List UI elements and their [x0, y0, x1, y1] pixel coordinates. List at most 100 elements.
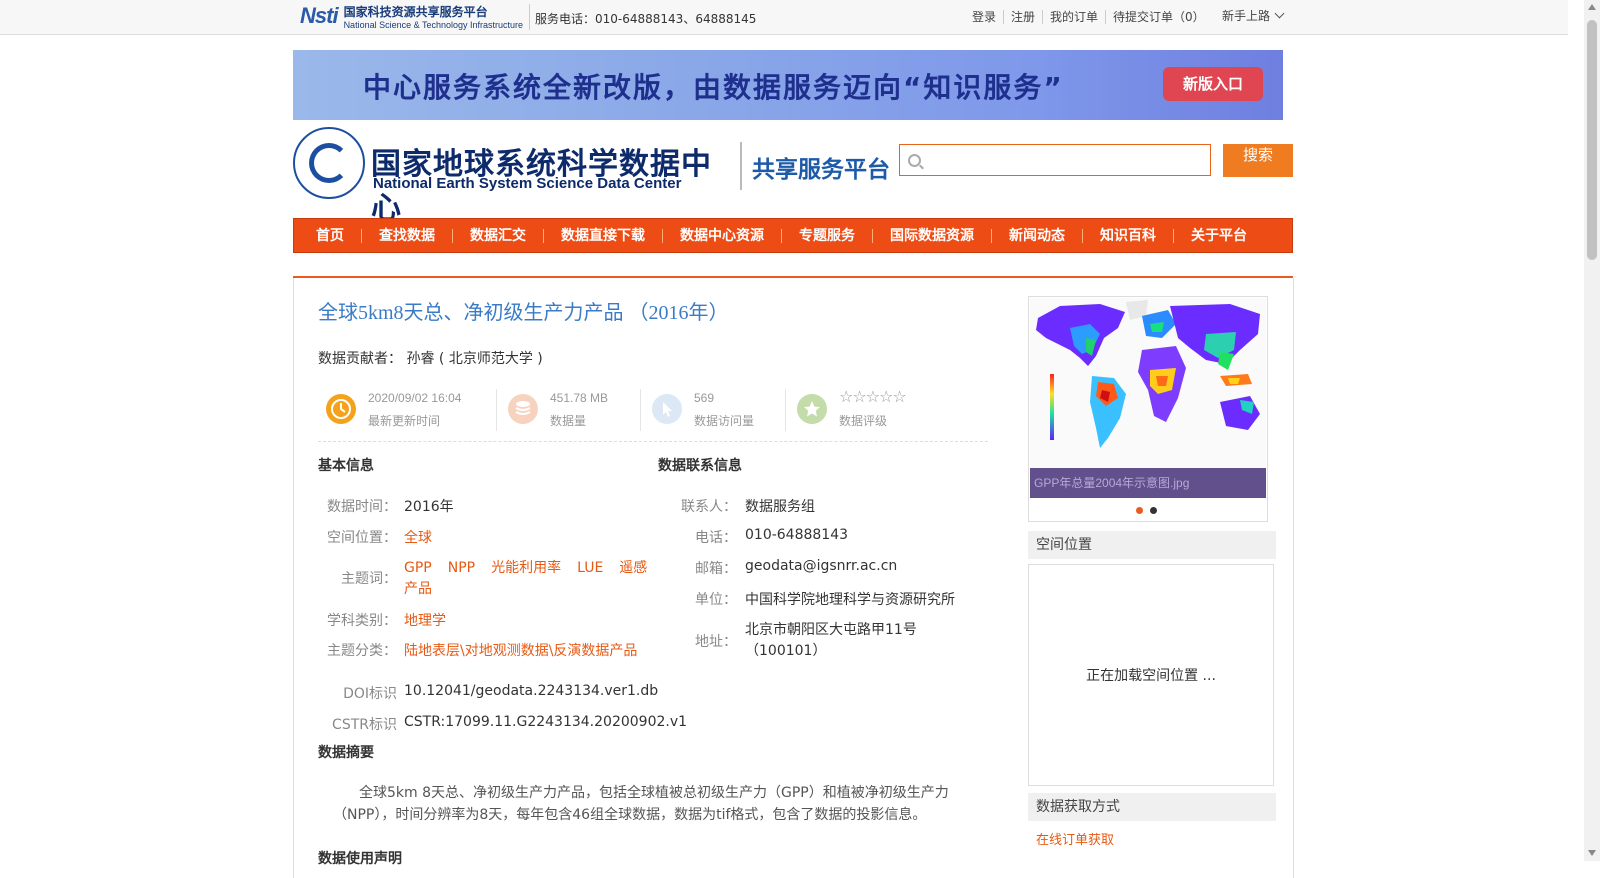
- nav-topic-services[interactable]: 专题服务: [781, 228, 872, 243]
- my-orders-link[interactable]: 我的订单: [1043, 10, 1107, 24]
- logo-separator: [740, 142, 742, 190]
- data-time-label: 数据时间：: [327, 499, 397, 515]
- contact-person-value: 数据服务组: [745, 499, 815, 515]
- search-icon: [908, 154, 921, 167]
- nsti-logo[interactable]: Nsti 国家科技资源共享服务平台 National Science & Tec…: [300, 2, 523, 30]
- search-button[interactable]: 搜索: [1223, 144, 1293, 177]
- stat-updated: 2020/09/02 16:04 最新更新时间: [318, 385, 493, 433]
- scrollbar-thumb[interactable]: [1587, 20, 1597, 260]
- search-input[interactable]: [899, 144, 1211, 176]
- stat-visits-value: 569: [694, 391, 715, 405]
- stat-separator: [785, 389, 786, 431]
- spatial-loading-text: 正在加载空间位置 ...: [1086, 668, 1216, 684]
- nav-find-data[interactable]: 查找数据: [361, 228, 452, 243]
- preview-carousel[interactable]: GPP年总量2004年示意图.jpg: [1028, 296, 1268, 522]
- nav-home[interactable]: 首页: [312, 229, 361, 243]
- stat-rating-label: 数据评级: [839, 414, 888, 428]
- data-center-logo[interactable]: 国家地球系统科学数据中心 National Earth System Scien…: [293, 127, 733, 226]
- beginner-guide-menu[interactable]: 新手上路: [1222, 7, 1285, 24]
- pending-orders-link[interactable]: 待提交订单（0）: [1106, 10, 1212, 24]
- discipline-link[interactable]: 地理学: [404, 610, 446, 630]
- keyword-link[interactable]: NPP: [448, 560, 475, 576]
- contact-address-value: 北京市朝阳区大屯路甲11号（100101）: [745, 622, 917, 659]
- data-access-heading: 数据获取方式: [1028, 793, 1276, 821]
- doi-label: DOI标识: [343, 686, 397, 702]
- nsti-logo-cn: 国家科技资源共享服务平台: [343, 4, 488, 19]
- preview-image[interactable]: GPP年总量2004年示意图.jpg: [1030, 298, 1266, 498]
- world-gpp-map: [1030, 298, 1266, 468]
- dataset-stats: 2020/09/02 16:04 最新更新时间 451.78 MB 数据量 56…: [318, 385, 988, 442]
- spatial-location-label: 空间位置：: [327, 530, 397, 546]
- stat-size-value: 451.78 MB: [550, 391, 609, 405]
- spatial-location-link[interactable]: 全球: [404, 527, 432, 547]
- stat-updated-value: 2020/09/02 16:04: [368, 391, 462, 405]
- nav-about[interactable]: 关于平台: [1173, 228, 1264, 243]
- contact-unit-value: 中国科学院地理科学与资源研究所: [745, 592, 955, 608]
- register-link[interactable]: 注册: [1004, 10, 1044, 24]
- data-time-value: 2016年: [404, 499, 454, 515]
- nav-international-resources[interactable]: 国际数据资源: [872, 228, 991, 243]
- basic-info-heading: 基本信息: [318, 458, 374, 474]
- spatial-location-map[interactable]: 正在加载空间位置 ...: [1028, 564, 1274, 786]
- rating-stars[interactable]: ☆☆☆☆☆: [839, 387, 907, 407]
- contributor-value: 孙睿 ( 北京师范大学 ): [406, 351, 543, 367]
- scroll-down-icon[interactable]: [1588, 850, 1596, 856]
- preview-caption: GPP年总量2004年示意图.jpg: [1030, 468, 1266, 498]
- category-label: 主题分类：: [327, 643, 397, 659]
- category-link[interactable]: 陆地表层\对地观测数据\反演数据产品: [404, 640, 637, 660]
- abstract-heading: 数据摘要: [318, 745, 374, 761]
- cstr-label: CSTR标识: [332, 717, 397, 733]
- clock-icon: [326, 394, 356, 424]
- nsti-logo-mark: Nsti: [300, 3, 339, 28]
- top-bar: [0, 0, 1568, 35]
- stat-rating: ☆☆☆☆☆ 数据评级: [789, 385, 959, 433]
- contact-unit-label: 单位：: [695, 592, 737, 608]
- nav-center-resources[interactable]: 数据中心资源: [662, 228, 781, 243]
- abstract-text: 全球5km 8天总、净初级生产力产品，包括全球植被总初级生产力（GPP）和植被净…: [333, 785, 949, 823]
- keywords-label: 主题词：: [341, 571, 397, 587]
- dataset-title: 全球5km8天总、净初级生产力产品 （2016年）: [318, 302, 729, 324]
- contact-address-label: 地址：: [695, 634, 737, 650]
- keyword-link[interactable]: LUE: [577, 560, 603, 576]
- contact-person-label: 联系人：: [681, 499, 737, 515]
- login-link[interactable]: 登录: [965, 10, 1005, 24]
- keyword-link[interactable]: 光能利用率: [491, 560, 561, 576]
- star-badge-icon: [797, 394, 827, 424]
- usage-statement-heading: 数据使用声明: [318, 851, 402, 867]
- pointer-icon: [652, 394, 682, 424]
- contributor-label: 数据贡献者：: [318, 351, 402, 367]
- doi-value[interactable]: 10.12041/geodata.2243134.ver1.db: [404, 683, 658, 699]
- keyword-link[interactable]: GPP: [404, 560, 432, 576]
- contact-email-label: 邮箱：: [695, 561, 737, 577]
- contact-info-heading: 数据联系信息: [658, 458, 742, 474]
- cstr-value[interactable]: CSTR:17099.11.G2243134.20200902.v1: [404, 714, 687, 730]
- carousel-dot[interactable]: [1150, 507, 1157, 514]
- service-phone: 服务电话：010-64888143、64888145: [535, 12, 757, 26]
- scroll-up-icon[interactable]: [1588, 4, 1596, 10]
- promo-banner[interactable]: 中心服务系统全新改版，由数据服务迈向“知识服务” 新版入口: [293, 50, 1283, 120]
- nav-data-submission[interactable]: 数据汇交: [452, 228, 543, 243]
- keywords-list: GPP NPP 光能利用率 LUE 遥感产品: [404, 558, 654, 600]
- contact-phone-label: 电话：: [695, 530, 737, 546]
- nav-news[interactable]: 新闻动态: [991, 228, 1082, 243]
- nav-knowledge[interactable]: 知识百科: [1082, 228, 1173, 243]
- contributor-line: 数据贡献者： 孙睿 ( 北京师范大学 ): [318, 348, 543, 368]
- nav-direct-download[interactable]: 数据直接下载: [543, 228, 662, 243]
- platform-name: 共享服务平台: [752, 157, 890, 183]
- new-version-button[interactable]: 新版入口: [1163, 67, 1263, 101]
- data-center-name-en: National Earth System Science Data Cente…: [373, 175, 682, 192]
- stat-visits-label: 数据访问量: [694, 414, 755, 428]
- database-icon: [508, 394, 538, 424]
- data-center-emblem-icon: [293, 127, 365, 199]
- stat-separator: [496, 389, 497, 431]
- contact-phone-value: 010-64888143: [745, 527, 849, 543]
- emblem-ring: [309, 143, 349, 183]
- top-divider: [529, 4, 530, 30]
- chevron-down-icon: [1274, 8, 1285, 19]
- top-links: 登录 注册 我的订单 待提交订单（0）: [965, 10, 1212, 24]
- carousel-dot-active[interactable]: [1136, 507, 1143, 514]
- online-order-link[interactable]: 在线订单获取: [1036, 829, 1114, 848]
- stat-visits: 569 数据访问量: [644, 385, 784, 433]
- contact-email-value[interactable]: geodata@igsnrr.ac.cn: [745, 558, 897, 574]
- main-nav: 首页 查找数据 数据汇交 数据直接下载 数据中心资源 专题服务 国际数据资源 新…: [293, 218, 1293, 253]
